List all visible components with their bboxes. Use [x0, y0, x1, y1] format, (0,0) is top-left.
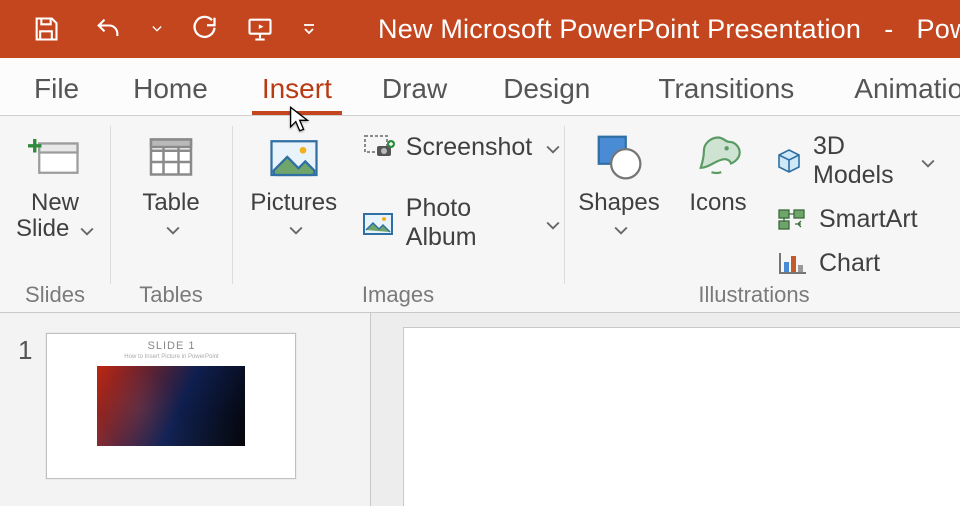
group-images: Pictures Screenshot [232, 116, 564, 312]
pictures-label: Pictures [250, 190, 337, 216]
3d-models-label: 3D Models [813, 132, 901, 190]
tab-design[interactable]: Design [467, 63, 610, 115]
start-slideshow-button[interactable] [242, 11, 278, 47]
smartart-label: SmartArt [819, 205, 918, 234]
photo-album-button[interactable]: Photo Album [358, 192, 564, 254]
chevron-down-icon [546, 209, 560, 238]
group-tables: Table Tables [110, 116, 232, 312]
thumb-subtitle: How to Insert Picture in PowerPoint [124, 354, 218, 360]
new-slide-label-1: New [31, 190, 79, 216]
title-separator: - [869, 14, 909, 44]
slide-thumbnail-1[interactable]: SLIDE 1 How to Insert Picture in PowerPo… [46, 333, 296, 479]
tab-home[interactable]: Home [99, 63, 242, 115]
slide-thumbnails-pane[interactable]: 1 SLIDE 1 How to Insert Picture in Power… [0, 313, 371, 506]
smartart-button[interactable]: SmartArt [771, 202, 939, 236]
undo-history-dropdown[interactable] [152, 25, 162, 33]
new-slide-label-2: Slide [16, 215, 69, 242]
new-slide-icon [28, 130, 82, 184]
chart-icon [775, 248, 809, 278]
chevron-down-icon [289, 216, 303, 242]
quick-access-toolbar [0, 11, 318, 47]
tab-draw[interactable]: Draw [352, 63, 467, 115]
chevron-down-icon [921, 147, 935, 176]
group-tables-label: Tables [110, 282, 232, 308]
chart-button[interactable]: Chart [771, 246, 939, 280]
table-button[interactable]: Table [121, 122, 221, 242]
chevron-down-icon [546, 133, 560, 162]
shapes-icon [592, 130, 646, 184]
tab-animations[interactable]: Animations [814, 63, 960, 115]
screenshot-button[interactable]: Screenshot [358, 130, 564, 164]
tab-transitions[interactable]: Transitions [610, 63, 814, 115]
title-bar: New Microsoft PowerPoint Presentation - … [0, 0, 960, 58]
ribbon: New Slide Slides Table [0, 116, 960, 313]
slide-number: 1 [18, 335, 32, 366]
table-label: Table [142, 190, 199, 216]
new-slide-button[interactable]: New Slide [5, 122, 105, 243]
chevron-down-icon [166, 216, 180, 242]
document-title: New Microsoft PowerPoint Presentation [378, 14, 861, 44]
3d-models-button[interactable]: 3D Models [771, 130, 939, 192]
slide-canvas[interactable]: Adding YouT [403, 327, 960, 506]
tab-file[interactable]: File [14, 63, 99, 115]
screenshot-icon [362, 132, 396, 162]
customize-qat-button[interactable] [300, 11, 318, 47]
icons-icon [691, 130, 745, 184]
tab-insert[interactable]: Insert [242, 63, 352, 115]
undo-button[interactable] [86, 11, 130, 47]
shapes-button[interactable]: Shapes [569, 122, 669, 242]
save-button[interactable] [28, 11, 64, 47]
redo-button[interactable] [184, 11, 220, 47]
slide-canvas-pane[interactable]: Adding YouT [371, 313, 960, 506]
app-name: PowerP... [917, 14, 960, 44]
group-illustrations: Shapes Icons [564, 116, 944, 312]
cube-icon [775, 146, 803, 176]
group-images-label: Images [232, 282, 564, 308]
pictures-button[interactable]: Pictures [232, 122, 356, 242]
chart-label: Chart [819, 249, 880, 278]
group-illustrations-label: Illustrations [564, 282, 944, 308]
screenshot-label: Screenshot [406, 133, 532, 162]
smartart-icon [775, 204, 809, 234]
shapes-label: Shapes [578, 190, 659, 216]
thumb-title: SLIDE 1 [147, 340, 195, 352]
group-slides-label: Slides [0, 282, 110, 308]
ribbon-tabs: File Home Insert Draw Design Transitions… [0, 58, 960, 116]
icons-button[interactable]: Icons [669, 122, 767, 216]
thumb-image [97, 366, 245, 446]
window-title: New Microsoft PowerPoint Presentation - … [318, 14, 960, 45]
icons-label: Icons [689, 190, 746, 216]
table-icon [144, 130, 198, 184]
chevron-down-icon [80, 217, 94, 243]
group-slides: New Slide Slides [0, 116, 110, 312]
photo-album-label: Photo Album [406, 194, 520, 252]
editor-area: 1 SLIDE 1 How to Insert Picture in Power… [0, 313, 960, 506]
pictures-icon [267, 130, 321, 184]
chevron-down-icon [614, 216, 628, 242]
photo-album-icon [362, 208, 396, 238]
